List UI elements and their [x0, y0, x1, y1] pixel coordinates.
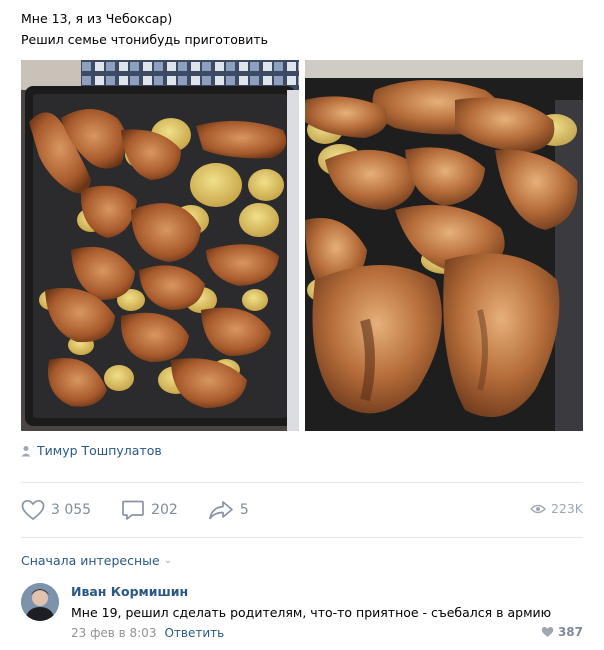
- share-button[interactable]: 5: [208, 499, 249, 521]
- post-photo-2[interactable]: [305, 60, 583, 431]
- share-arrow-icon: [208, 501, 233, 520]
- post-text-line-1: Мне 13, я из Чебоксар): [21, 11, 173, 26]
- heart-icon: [21, 499, 45, 521]
- post-actions: 3 055 202 5: [21, 496, 279, 524]
- eye-icon: [530, 504, 546, 513]
- divider: [21, 482, 583, 483]
- comment-date[interactable]: 23 фев в 8:03: [71, 626, 156, 640]
- view-counter: 223K: [530, 501, 583, 516]
- person-icon: [21, 445, 31, 457]
- like-button[interactable]: 3 055: [21, 499, 91, 521]
- post-text: Мне 13, я из Чебоксар) Решил семье чтони…: [21, 8, 268, 50]
- photo-tray-image: [21, 60, 299, 431]
- divider: [21, 537, 583, 538]
- heart-icon: [541, 627, 554, 637]
- comment-like-count: 387: [557, 625, 583, 639]
- reply-button[interactable]: Ответить: [164, 626, 224, 640]
- comment-button[interactable]: 202: [121, 499, 178, 521]
- comment-like-button[interactable]: 387: [541, 625, 583, 639]
- comment-text: Мне 19, решил сделать родителям, что-то …: [71, 605, 552, 620]
- post-photo-1[interactable]: [21, 60, 299, 431]
- comments-sort-dropdown[interactable]: Сначала интересные ⌄: [21, 553, 172, 568]
- post-text-line-2: Решил семье чтонибудь приготовить: [21, 32, 268, 47]
- comment-bubble-icon: [122, 500, 144, 520]
- share-count: 5: [239, 502, 249, 518]
- like-count: 3 055: [51, 502, 92, 518]
- comment-item: Иван Кормишин Мне 19, решил сделать роди…: [21, 583, 583, 643]
- chevron-down-icon: ⌄: [163, 555, 173, 566]
- comment-author[interactable]: Иван Кормишин: [71, 584, 188, 599]
- post-author[interactable]: Тимур Тошпулатов: [21, 443, 162, 458]
- avatar[interactable]: [21, 583, 59, 621]
- comments-sort-label: Сначала интересные: [21, 553, 160, 568]
- post-author-name[interactable]: Тимур Тошпулатов: [37, 443, 162, 458]
- photo-closeup-image: [305, 60, 583, 431]
- view-count: 223K: [550, 501, 583, 516]
- comment-count: 202: [151, 502, 178, 518]
- comment-meta: 23 фев в 8:03 Ответить: [71, 626, 224, 640]
